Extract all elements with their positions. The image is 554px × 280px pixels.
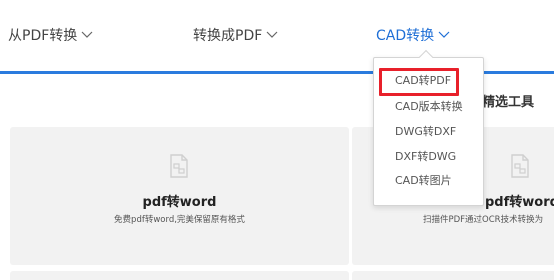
- menu-item-dxf-to-dwg[interactable]: DXF转DWG: [374, 147, 485, 167]
- tool-card[interactable]: [10, 271, 349, 280]
- chevron-down-icon: [265, 29, 279, 39]
- document-convert-icon: [169, 154, 189, 178]
- chevron-down-icon: [437, 29, 451, 39]
- menu-item-cad-to-pdf[interactable]: CAD转PDF: [374, 71, 485, 91]
- chevron-down-icon: [80, 29, 94, 39]
- cad-dropdown-menu: CAD转PDF CAD版本转换 DWG转DXF DXF转DWG CAD转图片: [373, 49, 485, 206]
- menu-item-dwg-to-dxf[interactable]: DWG转DXF: [374, 122, 485, 142]
- nav-item-label: 转换成PDF: [193, 28, 263, 44]
- menu-item-cad-to-image[interactable]: CAD转图片: [374, 171, 485, 191]
- tool-card[interactable]: [352, 271, 554, 280]
- tool-card-pdf-to-word[interactable]: pdf转word 免费pdf转word,完美保留原有格式: [10, 127, 349, 265]
- card-title: pdf转word: [142, 195, 217, 210]
- menu-item-cad-version-convert[interactable]: CAD版本转换: [374, 97, 485, 117]
- card-description: 扫描件PDF通过OCR技术转换为: [423, 215, 544, 225]
- card-description: 免费pdf转word,完美保留原有格式: [114, 215, 245, 225]
- section-title: 精选工具: [482, 95, 535, 110]
- nav-item-label: CAD转换: [376, 28, 435, 44]
- nav-item-cad[interactable]: CAD转换: [376, 26, 451, 46]
- document-convert-icon: [510, 154, 530, 178]
- nav-item-from-pdf[interactable]: 从PDF转换: [8, 26, 94, 46]
- nav-item-to-pdf[interactable]: 转换成PDF: [193, 26, 279, 46]
- card-title: pdf转word(OCR): [485, 195, 554, 210]
- nav-item-label: 从PDF转换: [8, 28, 78, 44]
